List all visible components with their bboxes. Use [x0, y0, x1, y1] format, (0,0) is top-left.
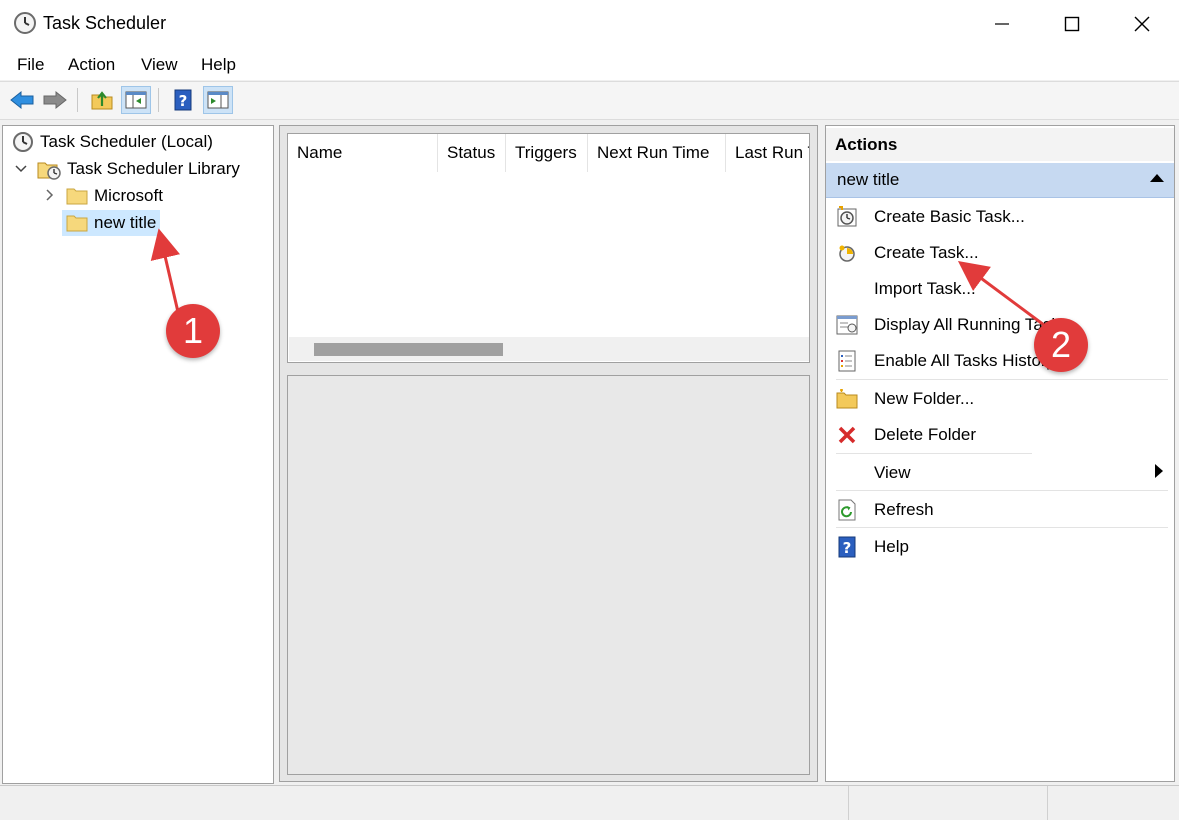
annotation-arrows — [150, 228, 1045, 327]
arrow-one — [150, 228, 181, 313]
arrow-two — [957, 261, 1045, 327]
callout-badge-two: 2 — [1034, 318, 1088, 372]
callout-badge-one: 1 — [166, 304, 220, 358]
status-bar — [0, 785, 1179, 820]
